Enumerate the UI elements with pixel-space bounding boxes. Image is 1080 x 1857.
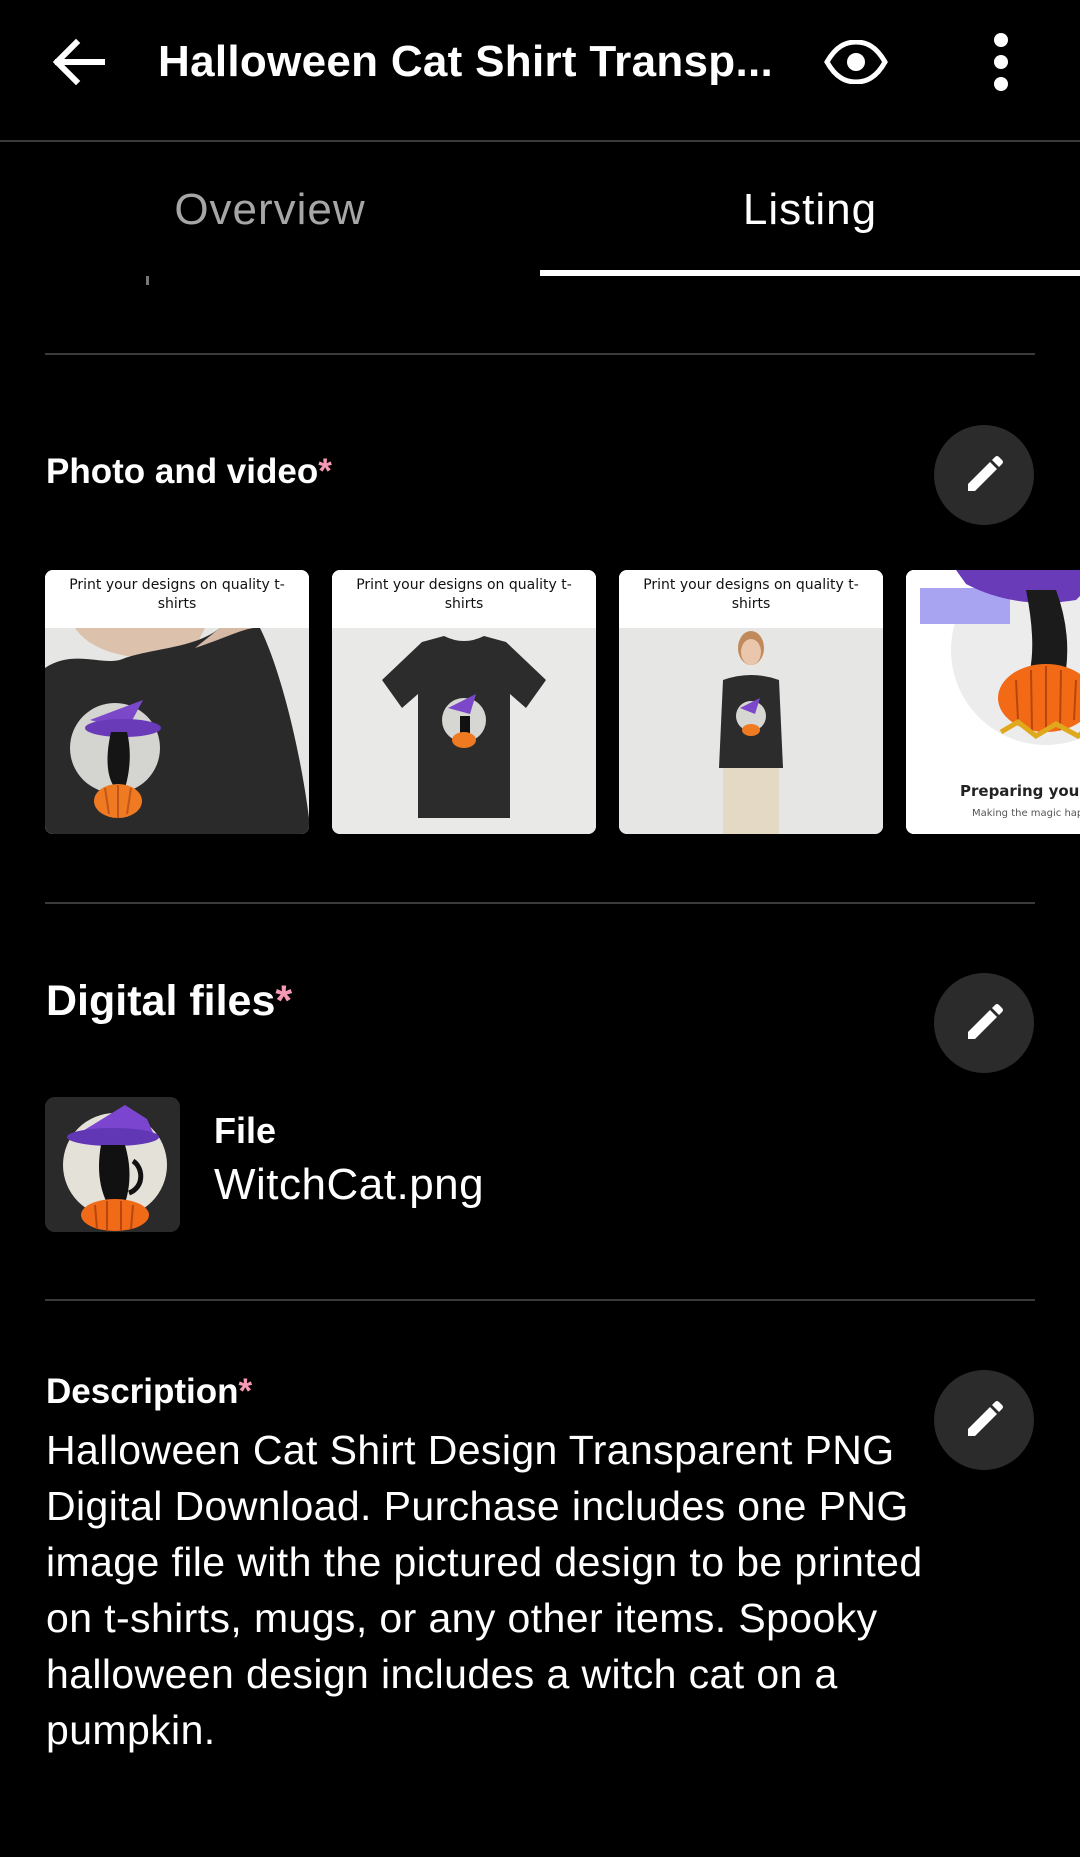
divider [45,902,1035,904]
arrow-left-icon [52,38,105,86]
divider [45,353,1035,355]
description-label: Description* [46,1372,252,1412]
tab-indicator [540,270,1080,276]
witch-cat-image [45,1097,180,1232]
scroll-remnant [146,276,149,285]
photo-section-label-text: Photo and video [46,452,319,491]
edit-photos-button[interactable] [934,425,1034,525]
tab-overview[interactable]: Overview [0,142,540,277]
file-label: File [214,1110,277,1151]
pencil-icon [968,1401,1003,1436]
shirt-model-full-image [619,628,883,834]
photo-thumbnail[interactable]: Print your designs on quality t-shirts [332,570,596,834]
edit-digital-files-button[interactable] [934,973,1034,1073]
tab-bar: Overview Listing [0,142,1080,277]
photo-caption: Print your designs on quality t-shirts [619,570,883,628]
file-thumbnail [45,1097,180,1232]
photo-section-label: Photo and video* [46,452,332,492]
required-mark: * [318,452,332,491]
back-button[interactable] [40,28,116,96]
photo-thumbnail[interactable]: Preparing your de Making the magic happ [906,570,1080,834]
edit-description-button[interactable] [934,1370,1034,1470]
required-mark: * [275,977,293,1025]
preparing-title: Preparing your de [960,782,1080,800]
file-name: WitchCat.png [214,1160,485,1209]
more-options-button[interactable] [966,26,1036,98]
shirt-model-closeup-image [45,628,309,834]
photo-caption: Print your designs on quality t-shirts [45,570,309,628]
tab-listing[interactable]: Listing [540,142,1080,277]
more-vertical-icon [994,33,1008,91]
pencil-icon [968,1004,1003,1039]
eye-icon [824,40,888,84]
photo-caption: Print your designs on quality t-shirts [332,570,596,628]
digital-files-label-text: Digital files [46,977,276,1025]
page-title: Halloween Cat Shirt Transp... [158,37,774,86]
description-text: Halloween Cat Shirt Design Transparent P… [46,1427,923,1753]
photo-thumbnail[interactable]: Print your designs on quality t-shirts [619,570,883,834]
photo-strip[interactable]: Print your designs on quality t-shirts P… [45,570,1080,835]
photo-thumbnail[interactable]: Print your designs on quality t-shirts [45,570,309,834]
preparing-subtitle: Making the magic happ [972,808,1080,819]
required-mark: * [238,1372,253,1411]
preview-button[interactable] [818,26,894,98]
divider [45,1299,1035,1301]
description-label-text: Description [46,1372,239,1411]
pencil-icon [968,456,1003,491]
top-app-bar: Halloween Cat Shirt Transp... [0,0,1080,142]
shirt-flat-image [332,628,596,834]
digital-files-label: Digital files* [46,977,292,1026]
